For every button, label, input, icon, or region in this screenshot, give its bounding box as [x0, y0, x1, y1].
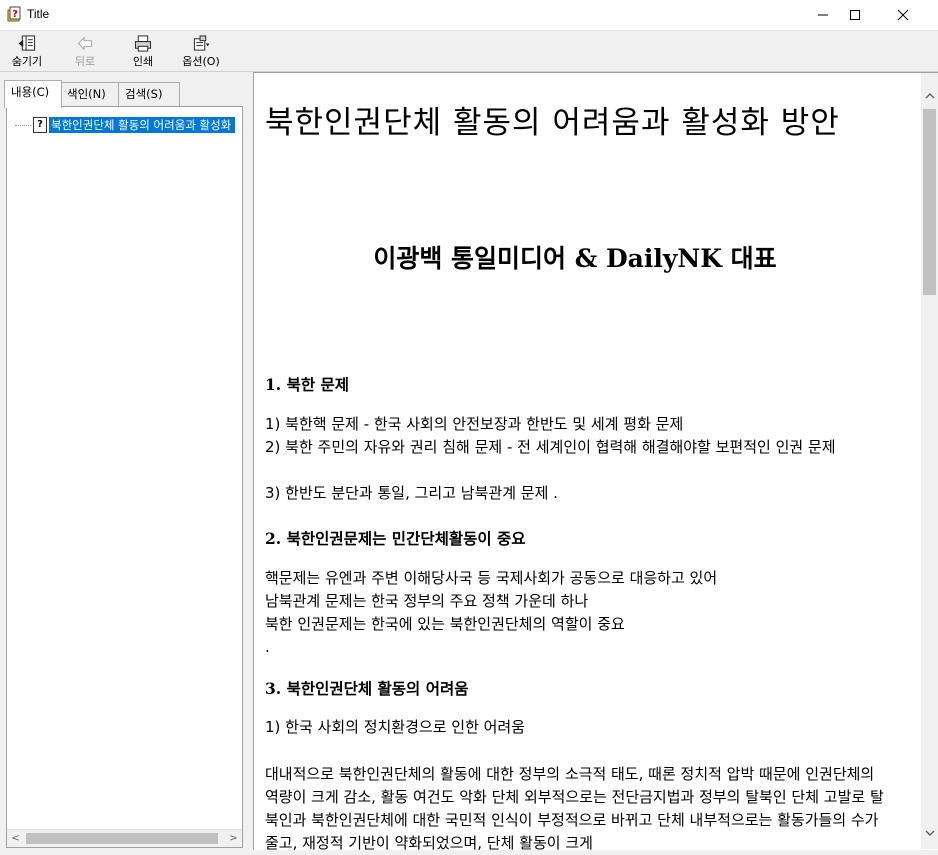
paragraph-line: 핵문제는 유엔과 주변 이해당사국 등 국제사회가 공동으로 대응하고 있어: [265, 569, 718, 587]
section-heading: 3. 북한인권단체 활동의 어려움: [265, 679, 469, 698]
hide-label: 숨기기: [11, 55, 43, 68]
scroll-up-icon[interactable]: [921, 87, 938, 104]
title-bar: ? Title: [0, 0, 938, 31]
paragraph-line: 북한 인권문제는 한국에 있는 북한인권단체의 역할이 중요: [265, 615, 625, 633]
hide-pane-icon: [18, 35, 36, 51]
paragraph-line: 3) 한반도 분단과 통일, 그리고 남북관계 문제 .: [265, 484, 558, 502]
tree-item-selected[interactable]: ? 북한인권단체 활동의 어려움과 활성화 방안: [15, 117, 235, 133]
minimize-icon: [818, 14, 828, 16]
scroll-left-icon[interactable]: <: [7, 830, 24, 847]
document-title: 북한인권단체 활동의 어려움과 활성화 방안: [265, 105, 840, 141]
tab-search[interactable]: 검색(S): [118, 82, 180, 107]
vertical-scrollbar[interactable]: [921, 73, 938, 849]
help-app-icon: ?: [7, 6, 21, 22]
back-button[interactable]: 뒤로: [60, 33, 110, 69]
paragraph-line: 남북관계 문제는 한국 정부의 주요 정책 가운데 하나: [265, 592, 589, 610]
printer-icon: [134, 35, 152, 52]
navigation-pane: 내용(C) 색인(N) 검색(S) ? 북한인권단체 활동의 어려움과 활성화 …: [0, 72, 245, 850]
paragraph: 대내적으로 북한인권단체의 활동에 대한 정부의 소극적 태도, 때론 정치적 …: [265, 765, 884, 852]
tab-index[interactable]: 색인(N): [60, 82, 120, 107]
paragraph-line: 1) 한국 사회의 정치환경으로 인한 어려움: [265, 718, 526, 736]
scrollbar-thumb[interactable]: [26, 833, 218, 844]
paragraph-line: .: [265, 638, 270, 656]
scroll-right-icon[interactable]: >: [225, 830, 242, 847]
hide-button[interactable]: 숨기기: [2, 33, 52, 69]
print-label: 인쇄: [132, 55, 154, 68]
tree-connector: [15, 124, 31, 126]
scrollbar-thumb[interactable]: [923, 109, 936, 295]
paragraph-line: 2) 북한 주민의 자유와 권리 침해 문제 - 전 세계인이 협력해 해결해야…: [265, 438, 836, 456]
tree-item-label: 북한인권단체 활동의 어려움과 활성화 방안: [49, 117, 235, 133]
contents-tree[interactable]: ? 북한인권단체 활동의 어려움과 활성화 방안 < >: [6, 106, 243, 848]
section-heading: 2. 북한인권문제는 민간단체활동이 중요: [265, 529, 526, 548]
svg-text:?: ?: [12, 9, 18, 20]
close-icon: [897, 9, 909, 21]
paragraph-line: 1) 북한핵 문제 - 한국 사회의 안전보장과 한반도 및 세계 평화 문제: [265, 415, 684, 433]
toolbar: 숨기기 뒤로 인쇄 옵션(O): [0, 31, 938, 72]
pane-splitter[interactable]: [245, 72, 253, 850]
back-arrow-icon: [77, 36, 93, 51]
options-icon: [193, 35, 210, 51]
section-heading: 1. 북한 문제: [265, 375, 350, 394]
maximize-button[interactable]: [832, 0, 878, 30]
options-button[interactable]: 옵션(O): [176, 33, 226, 69]
tab-contents[interactable]: 내용(C): [4, 80, 62, 108]
window-title: Title: [27, 7, 50, 21]
content-pane: 북한인권단체 활동의 어려움과 활성화 방안 이광백 통일미디어 & Daily…: [253, 72, 938, 852]
document-subtitle: 이광백 통일미디어 & DailyNK 대표: [373, 244, 777, 273]
back-label: 뒤로: [74, 55, 96, 68]
help-topic-icon: ?: [33, 117, 47, 133]
maximize-icon: [850, 10, 860, 20]
print-button[interactable]: 인쇄: [118, 33, 168, 69]
options-label: 옵션(O): [182, 55, 220, 68]
scroll-down-icon[interactable]: [921, 825, 938, 842]
horizontal-scrollbar[interactable]: < >: [7, 829, 242, 847]
close-button[interactable]: [880, 0, 926, 30]
